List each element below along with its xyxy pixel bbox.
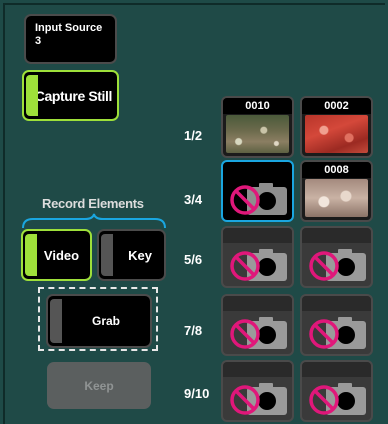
record-elements-title: Record Elements	[42, 196, 144, 211]
still-slot-1[interactable]: 0010	[221, 96, 294, 158]
still-slot-4[interactable]: 0008	[300, 160, 373, 222]
still-slot-7[interactable]	[221, 294, 294, 356]
still-slot-2[interactable]: 0002	[300, 96, 373, 158]
grab-indicator	[50, 299, 62, 343]
key-toggle-button[interactable]: Key	[97, 229, 166, 281]
active-indicator	[26, 75, 38, 116]
input-source-button[interactable]: Input Source 3	[24, 14, 117, 64]
input-source-value: 3	[35, 35, 42, 47]
keep-label: Keep	[84, 378, 114, 393]
capture-still-button[interactable]: Capture Still	[22, 70, 119, 121]
capture-still-label: Capture Still	[34, 87, 113, 104]
key-label: Key	[128, 247, 152, 263]
video-label: Video	[43, 247, 80, 263]
key-inactive-indicator	[101, 234, 113, 276]
still-slot-8[interactable]	[300, 294, 373, 356]
no-camera-icon	[230, 383, 287, 415]
no-camera-icon	[230, 249, 287, 281]
record-elements-bracket	[22, 213, 166, 229]
no-camera-icon	[230, 317, 287, 349]
no-camera-icon	[309, 317, 366, 349]
no-camera-icon	[230, 183, 287, 215]
row-label-1-2: 1/2	[184, 128, 203, 143]
slot-id: 0010	[223, 98, 292, 114]
slot-thumbnail	[305, 115, 368, 153]
slot-id: 0002	[302, 98, 371, 114]
still-slot-5[interactable]	[221, 226, 294, 288]
row-label-5-6: 5/6	[184, 252, 203, 267]
slot-id: 0008	[302, 162, 371, 178]
row-label-7-8: 7/8	[184, 323, 203, 338]
still-slot-10[interactable]	[300, 360, 373, 422]
still-slot-6[interactable]	[300, 226, 373, 288]
slot-thumbnail	[226, 115, 289, 153]
video-toggle-button[interactable]: Video	[21, 229, 92, 281]
grab-label: Grab	[91, 314, 120, 328]
slot-thumbnail	[305, 179, 368, 217]
still-slot-9[interactable]	[221, 360, 294, 422]
keep-button[interactable]: Keep	[47, 362, 151, 409]
no-camera-icon	[309, 383, 366, 415]
no-camera-icon	[309, 249, 366, 281]
row-label-9-10: 9/10	[184, 386, 210, 401]
video-active-indicator	[25, 234, 37, 276]
input-source-label: Input Source	[35, 22, 103, 34]
still-slot-3[interactable]	[221, 160, 294, 222]
grab-button[interactable]: Grab	[46, 294, 152, 348]
row-label-3-4: 3/4	[184, 192, 203, 207]
